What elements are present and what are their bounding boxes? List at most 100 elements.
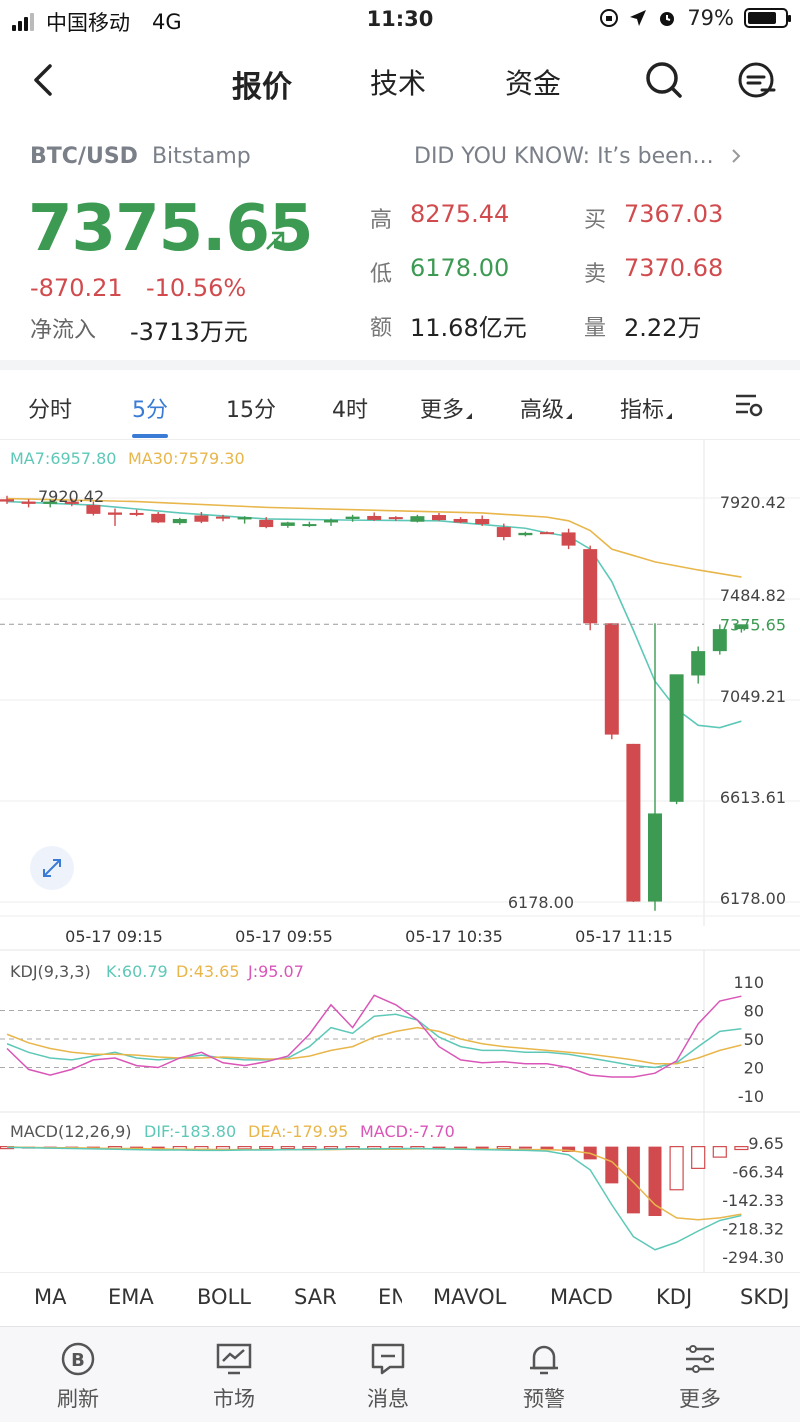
- price-tick-label: 6613.61: [720, 788, 786, 807]
- ind-ene[interactable]: EN: [378, 1285, 402, 1309]
- macd-dif-legend: DIF:-183.80: [144, 1122, 236, 1141]
- alarm-icon: [660, 12, 675, 26]
- macd-title: MACD(12,26,9): [10, 1122, 132, 1141]
- price-tick-label: 7484.82: [720, 586, 786, 605]
- tab-messages-label: 消息: [367, 1387, 409, 1411]
- chart-canvas[interactable]: 7920.42 7484.82 7049.21 6613.61 6178.00 MA7:6…: [0, 440, 800, 1272]
- tab-alerts[interactable]: 预警: [494, 1339, 594, 1413]
- bid-label: 买: [584, 208, 607, 233]
- ind-kdj[interactable]: KDJ: [656, 1285, 692, 1309]
- candle-body: [259, 519, 274, 528]
- high-label: 高: [370, 208, 393, 233]
- ind-sar[interactable]: SAR: [294, 1285, 337, 1309]
- battery-percent: 79%: [687, 6, 734, 30]
- low-label: 低: [370, 262, 393, 287]
- period-timeshare[interactable]: 分时: [28, 392, 72, 424]
- news-ticker[interactable]: DID YOU KNOW: It’s been...: [414, 144, 743, 169]
- ask-value: 7370.68: [624, 254, 724, 282]
- active-period-indicator: [132, 434, 168, 438]
- kdj-tick-label: 50: [744, 1030, 764, 1049]
- chart-settings-icon[interactable]: [734, 392, 764, 418]
- max-price-label: 7920.42: [38, 487, 104, 506]
- bell-icon: [530, 1345, 558, 1375]
- candle-body: [108, 512, 122, 515]
- comment-icon[interactable]: [734, 58, 778, 102]
- dropdown-icon: [666, 413, 673, 419]
- back-icon[interactable]: [26, 60, 62, 100]
- kdj-tick-label: 80: [744, 1002, 764, 1021]
- macd-tick-label: 9.65: [748, 1134, 784, 1153]
- kdj-tick-label: 20: [744, 1059, 764, 1078]
- pair-info: BTC/USD Bitstamp: [30, 144, 251, 169]
- macd-bar: [475, 1146, 489, 1149]
- macd-bar: [669, 1146, 684, 1191]
- tab-quote[interactable]: 报价: [232, 62, 292, 106]
- candle-body: [172, 518, 187, 524]
- section-divider: [0, 360, 800, 370]
- period-indicators[interactable]: 指标: [620, 392, 673, 424]
- kdj-d-legend: D:43.65: [176, 962, 240, 981]
- chart-area[interactable]: 7920.42 7484.82 7049.21 6613.61 6178.00 MA7:6…: [0, 440, 800, 1272]
- kdj-tick-label: -10: [738, 1087, 764, 1106]
- bitcoin-refresh-icon: B: [61, 1342, 95, 1376]
- macd-tick-label: -294.30: [722, 1248, 784, 1267]
- candle-body: [540, 532, 554, 535]
- net-flow-value: -3713万元: [130, 318, 248, 346]
- kdj-k-legend: K:60.79: [106, 962, 168, 981]
- tab-more[interactable]: 更多: [650, 1339, 750, 1413]
- ma7-line: [6, 500, 742, 729]
- tab-funds[interactable]: 资金: [505, 62, 561, 102]
- chevron-right-icon: [731, 149, 741, 163]
- dropdown-icon: [466, 413, 473, 419]
- period-more[interactable]: 更多: [420, 392, 473, 424]
- ind-macd[interactable]: MACD: [550, 1285, 613, 1309]
- period-4h[interactable]: 4时: [332, 392, 368, 424]
- rotation-lock-icon: [600, 9, 619, 27]
- candle-body: [21, 501, 36, 504]
- ask-label: 卖: [584, 262, 607, 287]
- ind-skdj[interactable]: SKDJ: [740, 1285, 789, 1309]
- macd-bar: [540, 1146, 554, 1150]
- period-15min[interactable]: 15分: [226, 392, 276, 424]
- ind-ma[interactable]: MA: [34, 1285, 66, 1309]
- candle-body: [410, 516, 425, 522]
- tab-messages[interactable]: 消息: [338, 1339, 438, 1413]
- pair-symbol: BTC/USD: [30, 144, 138, 169]
- ind-boll[interactable]: BOLL: [197, 1285, 251, 1309]
- period-5min[interactable]: 5分: [132, 392, 168, 424]
- kdj-j-legend: J:95.07: [247, 962, 304, 981]
- macd-bar: [259, 1146, 274, 1150]
- price-tick-label: 6178.00: [720, 889, 786, 908]
- nav-bar: 报价 技术 资金: [0, 40, 800, 124]
- low-value: 6178.00: [410, 254, 510, 282]
- candle-body: [604, 623, 619, 735]
- candle-body: [345, 516, 360, 519]
- ind-mavol[interactable]: MAVOL: [433, 1285, 506, 1309]
- macd-dea-legend: DEA:-179.95: [248, 1122, 348, 1141]
- macd-tick-label: -142.33: [722, 1191, 784, 1210]
- search-icon[interactable]: [642, 58, 686, 102]
- status-bar: 中国移动 4G 11:30 79%: [0, 0, 800, 40]
- tab-market[interactable]: 市场: [184, 1339, 284, 1413]
- macd-bar: [302, 1146, 317, 1150]
- tab-technical[interactable]: 技术: [370, 62, 426, 102]
- location-icon: [630, 10, 647, 26]
- candle-body: [561, 532, 576, 546]
- tab-refresh[interactable]: B 刷新: [28, 1339, 128, 1413]
- net-flow-label: 净流入: [30, 318, 97, 343]
- ind-ema[interactable]: EMA: [108, 1285, 154, 1309]
- candle-body: [626, 743, 641, 902]
- battery-icon: [744, 8, 791, 28]
- last-price-tag: 7375.65: [720, 615, 786, 634]
- bid-value: 7367.03: [624, 200, 724, 228]
- amount-value: 11.68亿元: [410, 314, 527, 342]
- price-tick-label: 7049.21: [720, 687, 786, 706]
- period-advanced[interactable]: 高级: [520, 392, 573, 424]
- macd-bar: [712, 1146, 727, 1158]
- candle-body: [129, 512, 144, 515]
- candle-body: [237, 517, 252, 520]
- more-sliders-icon: [686, 1345, 714, 1373]
- kdj-title: KDJ(9,3,3): [10, 962, 91, 981]
- macd-bar: [237, 1146, 252, 1150]
- period-advanced-label: 高级: [520, 398, 565, 423]
